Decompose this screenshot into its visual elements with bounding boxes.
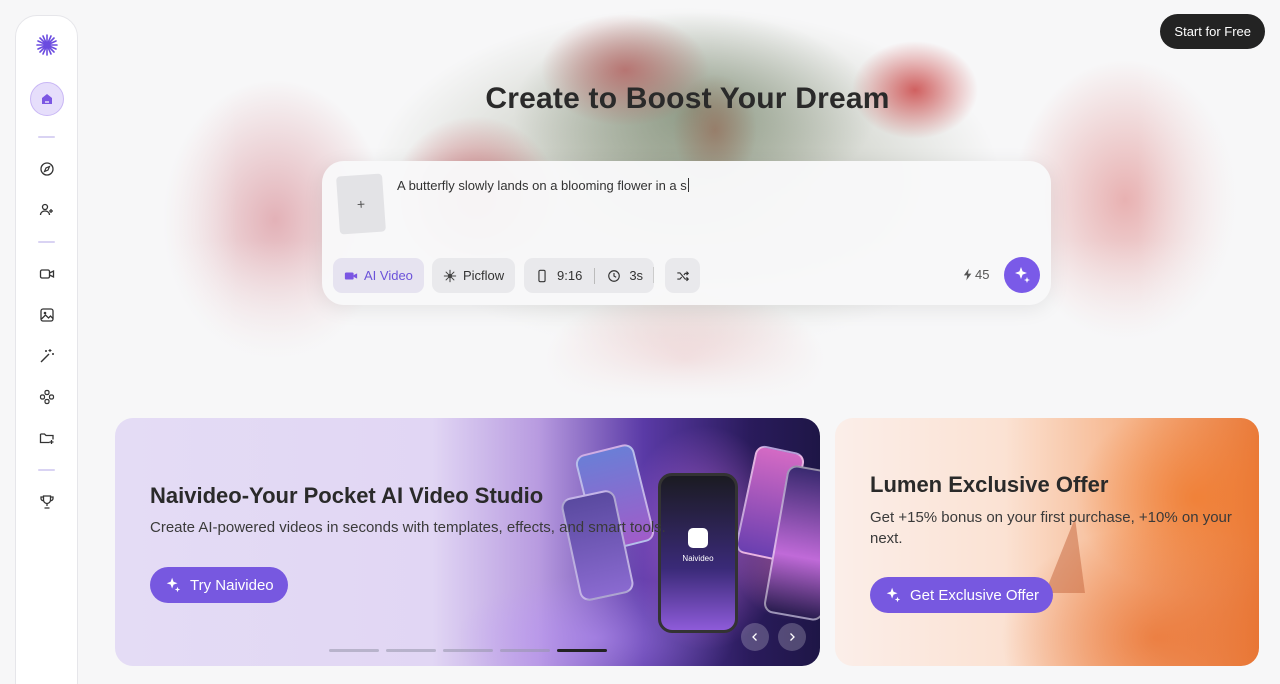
sidebar-item-assets[interactable]: [30, 421, 64, 455]
duration-value: 3s: [629, 268, 644, 283]
lightning-icon: [963, 268, 972, 281]
get-exclusive-offer-button[interactable]: Get Exclusive Offer: [870, 577, 1053, 613]
mode-selector-ai-video[interactable]: AI Video: [333, 258, 424, 293]
exclusive-offer-banner[interactable]: Lumen Exclusive Offer Get +15% bonus on …: [835, 418, 1259, 666]
offer-subtitle: Get +15% bonus on your first purchase, +…: [870, 509, 1232, 547]
sidebar-item-image[interactable]: [30, 298, 64, 332]
folder-icon: [39, 433, 54, 444]
carousel-next-button[interactable]: [778, 623, 806, 651]
home-icon: [41, 94, 52, 104]
trophy-icon: [39, 495, 54, 509]
phone-aspect-icon: [538, 269, 546, 282]
sidebar-item-magic[interactable]: [30, 339, 64, 373]
text-caret: [687, 178, 689, 192]
carousel-dot[interactable]: [329, 649, 379, 652]
magic-wand-icon: [40, 349, 54, 363]
offer-title: Lumen Exclusive Offer: [870, 472, 1109, 497]
plus-icon: +: [356, 195, 366, 213]
try-naivideo-button[interactable]: Try Naivideo: [150, 567, 288, 603]
sidebar-item-video[interactable]: [30, 257, 64, 291]
sparkle-icon: [166, 577, 181, 593]
image-icon: [39, 308, 54, 322]
clock-icon: [608, 269, 621, 282]
upload-image-button[interactable]: +: [336, 173, 386, 235]
naivideo-logo-icon: [688, 528, 708, 548]
generate-button[interactable]: [1004, 257, 1040, 293]
sidebar-item-rewards[interactable]: [30, 485, 64, 519]
video-icon: [39, 269, 54, 279]
model-selector-picflow[interactable]: Picflow: [432, 258, 516, 293]
carousel-dot[interactable]: [386, 649, 436, 652]
shuffle-prompt-button[interactable]: [665, 258, 700, 293]
carousel-dot[interactable]: [443, 649, 493, 652]
aspect-ratio-value: 9:16: [557, 268, 583, 283]
banner-title: Naivideo-Your Pocket AI Video Studio: [150, 483, 544, 508]
users-icon: [39, 203, 53, 216]
logo-icon[interactable]: [30, 28, 64, 62]
sidebar-item-home[interactable]: [29, 82, 64, 116]
carousel-pagination: [329, 649, 607, 652]
grid-icon: [39, 389, 54, 405]
shuffle-icon: [676, 270, 689, 281]
sidebar: [15, 15, 78, 684]
sidebar-divider: [38, 469, 55, 471]
credit-cost: 45: [963, 267, 989, 282]
carousel-prev-button[interactable]: [741, 623, 769, 651]
phone-mockup: Naivideo: [658, 473, 738, 633]
sidebar-divider: [38, 241, 55, 243]
settings-selector[interactable]: 9:16 3s: [524, 258, 655, 293]
sparkle-icon: [886, 587, 901, 603]
sidebar-item-explore[interactable]: [30, 152, 64, 186]
page-title: Create to Boost Your Dream: [485, 82, 890, 115]
banner-subtitle: Create AI-powered videos in seconds with…: [150, 519, 666, 536]
naivideo-banner[interactable]: Naivideo Naivideo-Your Pocket AI Video S…: [115, 418, 820, 666]
prompt-input[interactable]: A butterfly slowly lands on a blooming f…: [397, 178, 689, 193]
chevron-right-icon: [790, 633, 795, 641]
video-camera-icon: [344, 272, 358, 279]
chevron-left-icon: [752, 633, 757, 641]
sidebar-item-tools[interactable]: [30, 380, 64, 414]
sparkle-burst-icon: [443, 269, 457, 282]
sparkle-icon: [1015, 267, 1030, 283]
compass-icon: [39, 162, 54, 176]
carousel-dot[interactable]: [500, 649, 550, 652]
start-for-free-button[interactable]: Start for Free: [1160, 14, 1265, 49]
carousel-dot-active[interactable]: [557, 649, 607, 652]
sidebar-item-community[interactable]: [30, 193, 64, 227]
prompt-card: + A butterfly slowly lands on a blooming…: [322, 161, 1051, 305]
sidebar-divider: [38, 136, 55, 138]
